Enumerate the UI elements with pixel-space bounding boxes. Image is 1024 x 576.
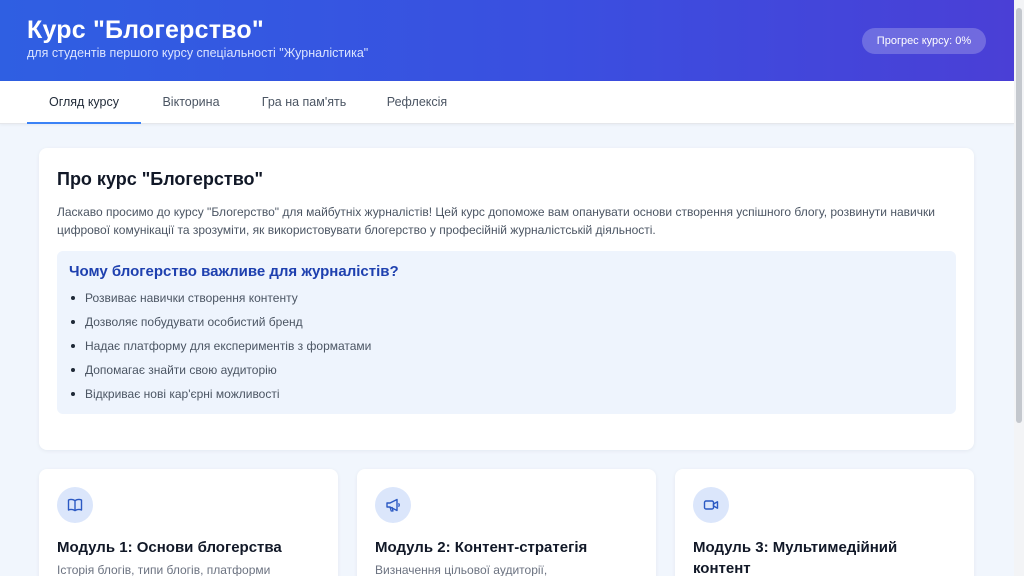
course-header: Курс "Блогерство" для студентів першого … [0, 0, 1014, 81]
tab-overview[interactable]: Огляд курсу [27, 81, 141, 124]
module-description: Історія блогів, типи блогів, платформи [57, 563, 271, 576]
page-scrollbar[interactable] [1014, 0, 1024, 576]
tab-reflection[interactable]: Рефлексія [374, 81, 460, 124]
video-camera-icon [693, 487, 729, 523]
module-card-1[interactable]: Модуль 1: Основи блогерства Історія блог… [39, 469, 338, 576]
list-item: Відкриває нові кар'єрні можливості [69, 385, 371, 409]
book-icon [57, 487, 93, 523]
progress-badge: Прогрес курсу: 0% [862, 28, 986, 54]
module-title: Модуль 3: Мультимедійний контент [693, 539, 898, 576]
why-blogging-title: Чому блогерство важливе для журналістів? [69, 263, 399, 280]
about-course-card: Про курс "Блогерство" Ласкаво просимо до… [39, 148, 974, 450]
course-title: Курс "Блогерство" [27, 16, 264, 44]
module-card-2[interactable]: Модуль 2: Контент-стратегія Визначення ц… [357, 469, 656, 576]
module-description: Визначення цільової аудиторії, [375, 563, 548, 576]
list-item: Допомагає знайти свою аудиторію [69, 361, 371, 385]
about-title: Про курс "Блогерство" [57, 169, 264, 189]
module-title: Модуль 2: Контент-стратегія [375, 539, 588, 556]
list-item: Надає платформу для експериментів з форм… [69, 337, 371, 361]
list-item: Дозволяє побудувати особистий бренд [69, 313, 371, 337]
tab-bar: Огляд курсу Вікторина Гра на пам'ять Реф… [0, 81, 1014, 124]
why-blogging-box: Чому блогерство важливе для журналістів?… [57, 251, 956, 414]
tab-memory-game[interactable]: Гра на пам'ять [246, 81, 362, 124]
why-blogging-list: Розвиває навички створення контенту Дозв… [69, 289, 371, 409]
list-item: Розвиває навички створення контенту [69, 289, 371, 313]
scrollbar-thumb[interactable] [1016, 8, 1022, 423]
about-description: Ласкаво просимо до курсу "Блогерство" дл… [57, 205, 935, 237]
module-title: Модуль 1: Основи блогерства [57, 539, 282, 556]
tab-quiz[interactable]: Вікторина [148, 81, 234, 124]
module-card-3[interactable]: Модуль 3: Мультимедійний контент [675, 469, 974, 576]
course-subtitle: для студентів першого курсу спеціальност… [27, 46, 369, 60]
megaphone-icon [375, 487, 411, 523]
course-page: Курс "Блогерство" для студентів першого … [0, 0, 1024, 576]
